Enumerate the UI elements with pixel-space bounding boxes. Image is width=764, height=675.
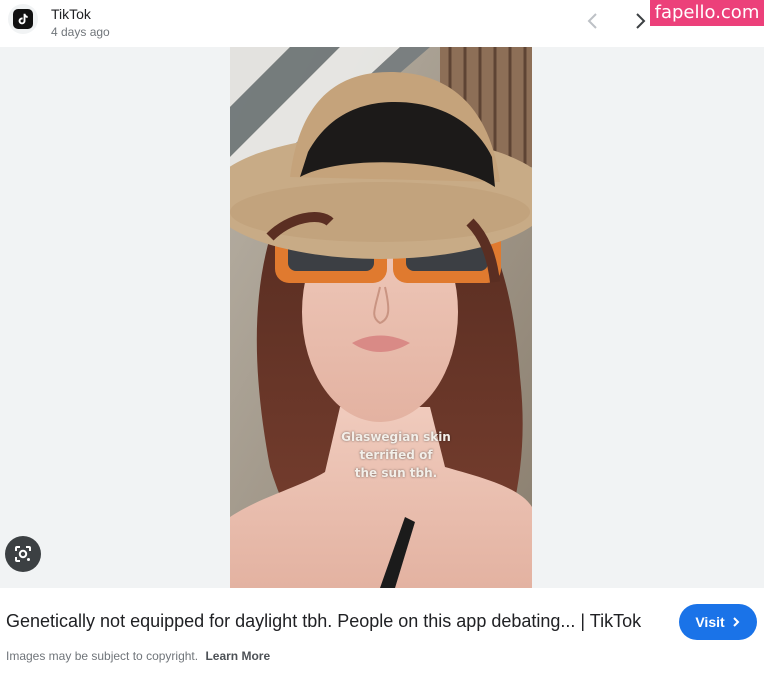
copyright-notice: Images may be subject to copyright. Lear… (6, 649, 270, 663)
post-age: 4 days ago (51, 25, 110, 39)
chevron-right-icon (732, 617, 740, 627)
google-lens-button[interactable] (5, 536, 41, 572)
result-title[interactable]: Genetically not equipped for daylight tb… (6, 611, 641, 632)
chevron-right-icon[interactable] (630, 10, 652, 32)
tiktok-logo-icon (13, 9, 33, 29)
caption-line: Glaswegian skin (341, 430, 451, 444)
copyright-text: Images may be subject to copyright. (6, 649, 199, 663)
watermark-badge: fapello.com (650, 0, 764, 26)
visit-button[interactable]: Visit (679, 604, 757, 640)
visit-label: Visit (695, 614, 725, 630)
chevron-left-icon[interactable] (582, 10, 604, 32)
preview-image[interactable]: Glaswegian skin terrified of the sun tbh… (230, 47, 532, 588)
tiktok-app-icon[interactable] (8, 4, 38, 34)
lens-icon (15, 546, 31, 562)
image-viewer: Glaswegian skin terrified of the sun tbh… (0, 47, 764, 588)
caption-line: the sun tbh. (354, 466, 438, 480)
learn-more-link[interactable]: Learn More (205, 649, 270, 663)
caption-line: terrified of (359, 448, 433, 462)
video-caption: Glaswegian skin terrified of the sun tbh… (230, 428, 532, 482)
source-name[interactable]: TikTok (51, 6, 91, 22)
